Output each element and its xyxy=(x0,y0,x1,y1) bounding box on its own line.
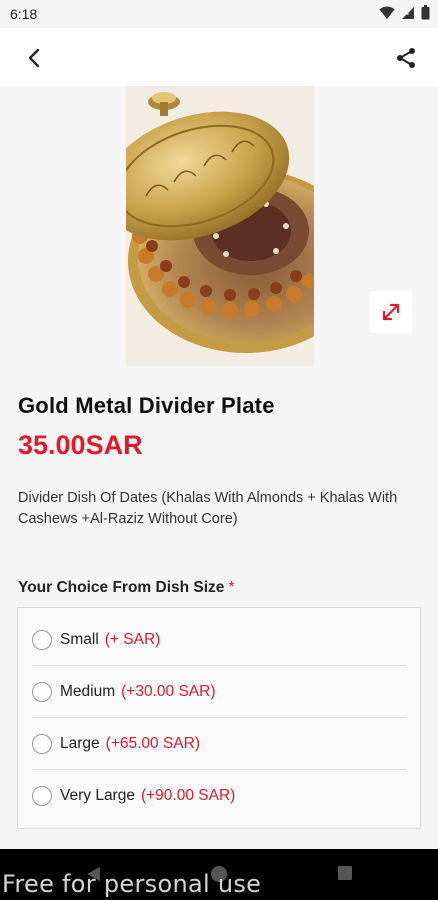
option-label: Small xyxy=(60,630,99,648)
app-bar xyxy=(0,28,438,86)
option-label: Medium xyxy=(60,682,116,700)
option-price: (+65.00 SAR) xyxy=(105,734,200,752)
back-button[interactable] xyxy=(18,42,50,74)
status-icons xyxy=(379,5,430,20)
battery-icon xyxy=(421,5,430,20)
expand-icon xyxy=(382,303,400,321)
chevron-left-icon xyxy=(28,48,40,68)
option-label: Large xyxy=(60,734,100,752)
product-image[interactable] xyxy=(126,86,314,366)
size-option-large[interactable]: Large (+65.00 SAR) xyxy=(32,718,406,770)
required-mark: * xyxy=(228,579,235,596)
size-option-small[interactable]: Small (+ SAR) xyxy=(32,614,406,666)
share-icon xyxy=(397,48,415,68)
watermark-text: Free for personal use xyxy=(2,870,262,898)
size-options-group: Small (+ SAR) Medium (+30.00 SAR) Large … xyxy=(17,607,421,829)
option-price: (+30.00 SAR) xyxy=(121,682,216,700)
product-description: Divider Dish Of Dates (Khalas With Almon… xyxy=(18,490,398,527)
dates-dish-illustration xyxy=(126,86,314,366)
option-price: (+ SAR) xyxy=(104,630,161,648)
status-bar: 6:18 xyxy=(0,0,438,28)
radio-button[interactable] xyxy=(32,786,52,806)
radio-button[interactable] xyxy=(32,629,52,650)
option-price: (+90.00 SAR) xyxy=(140,787,236,804)
size-option-very-large[interactable]: Very Large (+90.00 SAR) xyxy=(32,770,406,822)
product-price: 35.00SAR xyxy=(18,430,143,460)
radio-button[interactable] xyxy=(32,681,52,702)
option-label: Very Large xyxy=(60,787,135,804)
status-time: 6:18 xyxy=(10,6,38,22)
cell-signal-icon xyxy=(402,6,414,19)
nav-recents-icon[interactable] xyxy=(337,865,353,881)
choice-title-text: Your Choice From Dish Size xyxy=(18,579,225,596)
share-button[interactable] xyxy=(390,42,422,74)
choice-title: Your Choice From Dish Size * xyxy=(18,579,234,597)
size-option-medium[interactable]: Medium (+30.00 SAR) xyxy=(32,666,406,718)
product-title: Gold Metal Divider Plate xyxy=(18,393,275,418)
expand-image-button[interactable] xyxy=(370,291,412,333)
radio-button[interactable] xyxy=(32,733,52,754)
wifi-icon xyxy=(379,6,395,19)
